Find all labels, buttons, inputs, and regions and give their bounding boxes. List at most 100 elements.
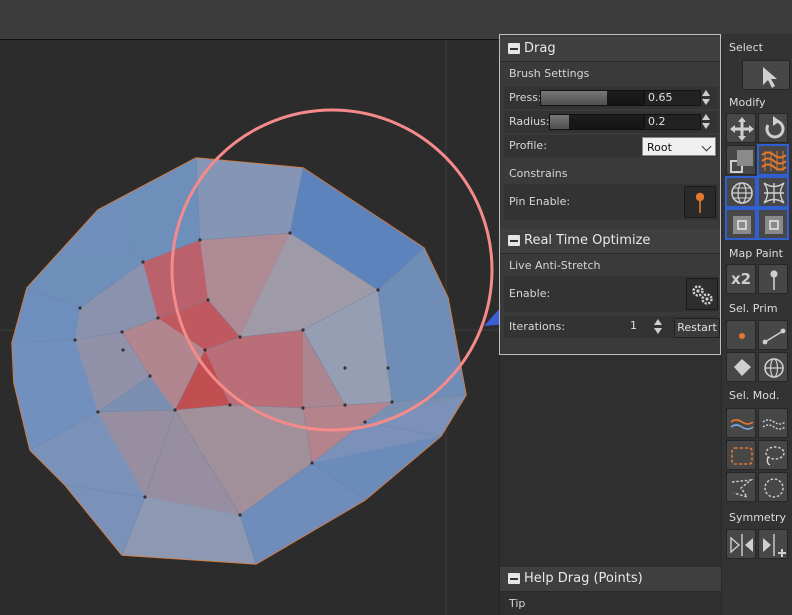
press-slider[interactable] [540,90,644,106]
help-section-header[interactable]: Help Drag (Points) [500,567,721,592]
select-tool-button[interactable] [742,60,790,90]
cage-icon [765,216,783,234]
iterations-spinner[interactable] [652,318,664,336]
select-wave-alt-button[interactable] [758,408,788,438]
live-anti-stretch-label: Live Anti-Stretch [509,259,601,272]
collapse-icon[interactable] [508,43,520,54]
press-row: Press: 0.65 [504,87,718,109]
radius-slider-fill [550,115,569,129]
select-group-label: Select [729,41,763,54]
tool-palette: Select Modify Map Paint x2 Sel. Prim Sel… [722,34,792,615]
rto-section-header[interactable]: Real Time Optimize [500,229,720,254]
collapse-icon[interactable] [508,235,520,246]
select-island-button[interactable] [758,352,788,382]
move-tool-button[interactable] [726,113,756,143]
mirror-icon [730,534,753,556]
move-arrows-icon [730,117,754,141]
profile-label: Profile: [509,139,547,152]
scale-tool-button[interactable] [726,145,756,175]
symmetry-group-label: Symmetry [729,511,787,524]
mirror-plus-icon [763,534,786,557]
iterations-label: Iterations: [509,320,566,333]
gears-icon [692,285,713,305]
restart-button[interactable]: Restart [674,318,720,338]
radius-slider[interactable] [549,114,644,130]
x2-button[interactable]: x2 [726,264,756,294]
pin-enable-row: Pin Enable: [504,184,718,220]
sphere-grid-icon [764,358,784,378]
select-wave-button[interactable] [726,408,756,438]
pin-icon [770,270,778,290]
mesh-faces [12,158,466,564]
panel-empty-area: Help Drag (Points) Tip [499,355,721,615]
enable-row: Enable: [504,276,718,312]
select-edge-button[interactable] [758,320,788,350]
relax-grid-button[interactable] [757,176,789,208]
tip-label: Tip [509,597,526,610]
symmetry-add-button[interactable] [758,529,788,559]
x2-label: x2 [731,270,752,288]
profile-dropdown[interactable]: Root [642,137,716,156]
radius-spinner[interactable] [700,113,712,131]
wave-lines-icon [762,419,786,430]
polygon-lasso-icon [731,479,754,499]
select-face-button[interactable] [726,352,756,382]
press-slider-fill [541,91,608,105]
vertex-icon [739,333,745,339]
drag-section-header[interactable]: Drag [500,37,720,62]
constrains-label: Constrains [509,167,568,180]
enable-label: Enable: [509,287,551,300]
modify-group-label: Modify [729,96,766,109]
help-section-title: Help Drag (Points) [524,571,643,586]
radius-row: Radius: 0.2 [504,111,718,133]
lasso-select-button[interactable] [758,440,788,470]
wave-lines-icon [730,419,754,430]
cage-icon [733,216,751,234]
collapse-icon[interactable] [508,573,520,584]
press-label: Press: [509,91,542,104]
iterations-row: Iterations: 1 Restart [504,316,720,338]
press-value-field[interactable]: 0.65 [644,90,701,106]
rotate-tool-button[interactable] [758,113,788,143]
face-icon [734,359,751,376]
pinched-grid-icon [763,182,785,204]
uv-viewport[interactable] [0,40,499,615]
pin-enable-label: Pin Enable: [509,195,571,208]
sel-mod-group-label: Sel. Mod. [729,389,780,402]
rto-section-title: Real Time Optimize [524,233,651,248]
rectangle-select-icon [731,447,753,465]
profile-row: Profile: Root [504,135,718,157]
map-paint-group-label: Map Paint [729,247,783,260]
select-vertex-button[interactable] [726,320,756,350]
brush-settings-label: Brush Settings [509,67,590,80]
circle-select-icon [764,478,784,498]
drag-brush-button[interactable] [757,144,789,176]
sel-prim-group-label: Sel. Prim [729,302,778,315]
edge-icon [762,328,786,345]
scale-icon [730,150,753,173]
relax-sphere-button[interactable] [725,176,757,208]
chevron-down-icon [701,141,712,152]
drag-section-title: Drag [524,41,556,56]
properties-panel: Drag Brush Settings Press: 0.65 Radius: … [499,34,721,355]
rect-select-button[interactable] [726,440,756,470]
pin-icon [695,192,705,213]
radius-label: Radius: [509,115,550,128]
profile-dropdown-value: Root [647,141,672,154]
circle-select-button[interactable] [758,472,788,502]
rotate-icon [765,116,785,139]
pin-enable-button[interactable] [684,186,716,218]
cursor-arrow-icon [763,67,777,88]
enable-button[interactable] [686,278,718,310]
press-spinner[interactable] [700,89,712,107]
wave-surface-icon [761,151,787,171]
map-pin-button[interactable] [758,264,788,294]
flatten-button[interactable] [757,208,789,240]
polygon-select-button[interactable] [726,472,756,502]
radius-value-field[interactable]: 0.2 [644,114,701,130]
sphere-grid-icon [731,182,753,204]
iterations-value-field[interactable]: 1 [630,319,648,333]
straighten-button[interactable] [725,208,757,240]
symmetry-button[interactable] [726,529,756,559]
uv-mesh-canvas[interactable] [0,40,499,615]
